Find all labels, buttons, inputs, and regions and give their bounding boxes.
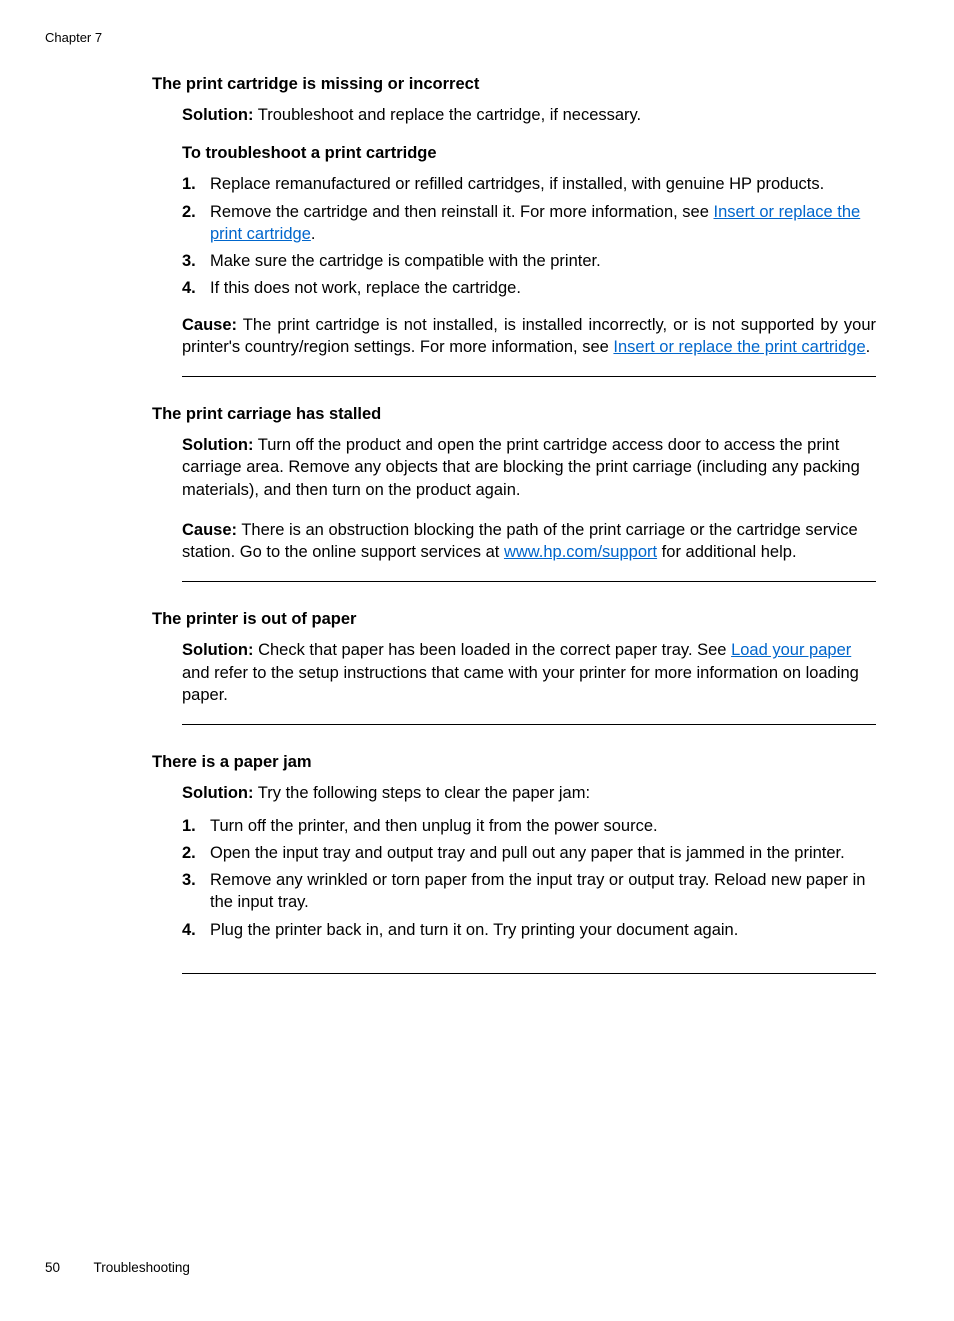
solution-text: Turn off the product and open the print … — [182, 436, 860, 499]
list-text: Make sure the cartridge is compatible wi… — [210, 250, 876, 272]
list-item: 4. Plug the printer back in, and turn it… — [182, 919, 876, 941]
list-item: 2. Open the input tray and output tray a… — [182, 842, 876, 864]
list-number: 3. — [182, 869, 210, 891]
list-number: 2. — [182, 842, 210, 864]
cause-paragraph: Cause: The print cartridge is not instal… — [182, 314, 876, 359]
list-item: 2. Remove the cartridge and then reinsta… — [182, 201, 876, 246]
load-paper-link[interactable]: Load your paper — [731, 641, 851, 659]
cause-label: Cause: — [182, 316, 237, 334]
list-item: 1. Replace remanufactured or refilled ca… — [182, 173, 876, 195]
list-text: Open the input tray and output tray and … — [210, 842, 876, 864]
list-text: Plug the printer back in, and turn it on… — [210, 919, 876, 941]
page-footer: 50 Troubleshooting — [45, 1260, 190, 1275]
section-body: Solution: Check that paper has been load… — [182, 639, 876, 725]
insert-replace-cartridge-link[interactable]: Insert or replace the print cartridge — [613, 338, 865, 356]
list-text: Remove any wrinkled or torn paper from t… — [210, 869, 876, 914]
list-number: 1. — [182, 173, 210, 195]
solution-label: Solution: — [182, 784, 253, 802]
list-item: 1. Turn off the printer, and then unplug… — [182, 815, 876, 837]
solution-paragraph: Solution: Try the following steps to cle… — [182, 782, 876, 804]
list-text: If this does not work, replace the cartr… — [210, 277, 876, 299]
section-body: Solution: Try the following steps to cle… — [182, 782, 876, 974]
section-heading-cartridge-missing: The print cartridge is missing or incorr… — [152, 75, 876, 94]
solution-text: Check that paper has been loaded in the … — [253, 641, 731, 659]
section-divider — [182, 376, 876, 377]
section-divider — [182, 973, 876, 974]
page-content: The print cartridge is missing or incorr… — [152, 75, 876, 1002]
section-body: Solution: Turn off the product and open … — [182, 434, 876, 582]
chapter-label: Chapter 7 — [45, 30, 102, 45]
solution-paragraph: Solution: Troubleshoot and replace the c… — [182, 104, 876, 126]
solution-label: Solution: — [182, 106, 253, 124]
section-heading-paper-jam: There is a paper jam — [152, 753, 876, 772]
list-item: 4. If this does not work, replace the ca… — [182, 277, 876, 299]
paper-jam-list: 1. Turn off the printer, and then unplug… — [182, 815, 876, 941]
list-number: 4. — [182, 919, 210, 941]
cause-text-end: . — [866, 338, 871, 356]
solution-paragraph: Solution: Turn off the product and open … — [182, 434, 876, 501]
section-heading-out-of-paper: The printer is out of paper — [152, 610, 876, 629]
page-header: Chapter 7 — [45, 30, 102, 45]
list-item: 3. Remove any wrinkled or torn paper fro… — [182, 869, 876, 914]
sub-heading: To troubleshoot a print cartridge — [182, 144, 876, 163]
section-divider — [182, 724, 876, 725]
section-body: Solution: Troubleshoot and replace the c… — [182, 104, 876, 377]
cause-text-end: for additional help. — [657, 543, 796, 561]
list-number: 1. — [182, 815, 210, 837]
list-item: 3. Make sure the cartridge is compatible… — [182, 250, 876, 272]
troubleshoot-list: 1. Replace remanufactured or refilled ca… — [182, 173, 876, 299]
list-number: 4. — [182, 277, 210, 299]
footer-section: Troubleshooting — [94, 1260, 190, 1275]
list-text: Turn off the printer, and then unplug it… — [210, 815, 876, 837]
solution-text: Troubleshoot and replace the cartridge, … — [253, 106, 641, 124]
section-heading-carriage-stalled: The print carriage has stalled — [152, 405, 876, 424]
solution-text: Try the following steps to clear the pap… — [253, 784, 590, 802]
list-number: 2. — [182, 201, 210, 223]
cause-label: Cause: — [182, 521, 237, 539]
solution-paragraph: Solution: Check that paper has been load… — [182, 639, 876, 706]
list-text: Remove the cartridge and then reinstall … — [210, 201, 876, 246]
cause-paragraph: Cause: There is an obstruction blocking … — [182, 519, 876, 564]
section-divider — [182, 581, 876, 582]
text-part: . — [311, 225, 316, 243]
solution-label: Solution: — [182, 641, 253, 659]
page-number: 50 — [45, 1260, 60, 1275]
hp-support-link[interactable]: www.hp.com/support — [504, 543, 657, 561]
solution-text-end: and refer to the setup instructions that… — [182, 664, 859, 704]
solution-label: Solution: — [182, 436, 253, 454]
text-part: Remove the cartridge and then reinstall … — [210, 203, 713, 221]
list-number: 3. — [182, 250, 210, 272]
list-text: Replace remanufactured or refilled cartr… — [210, 173, 876, 195]
